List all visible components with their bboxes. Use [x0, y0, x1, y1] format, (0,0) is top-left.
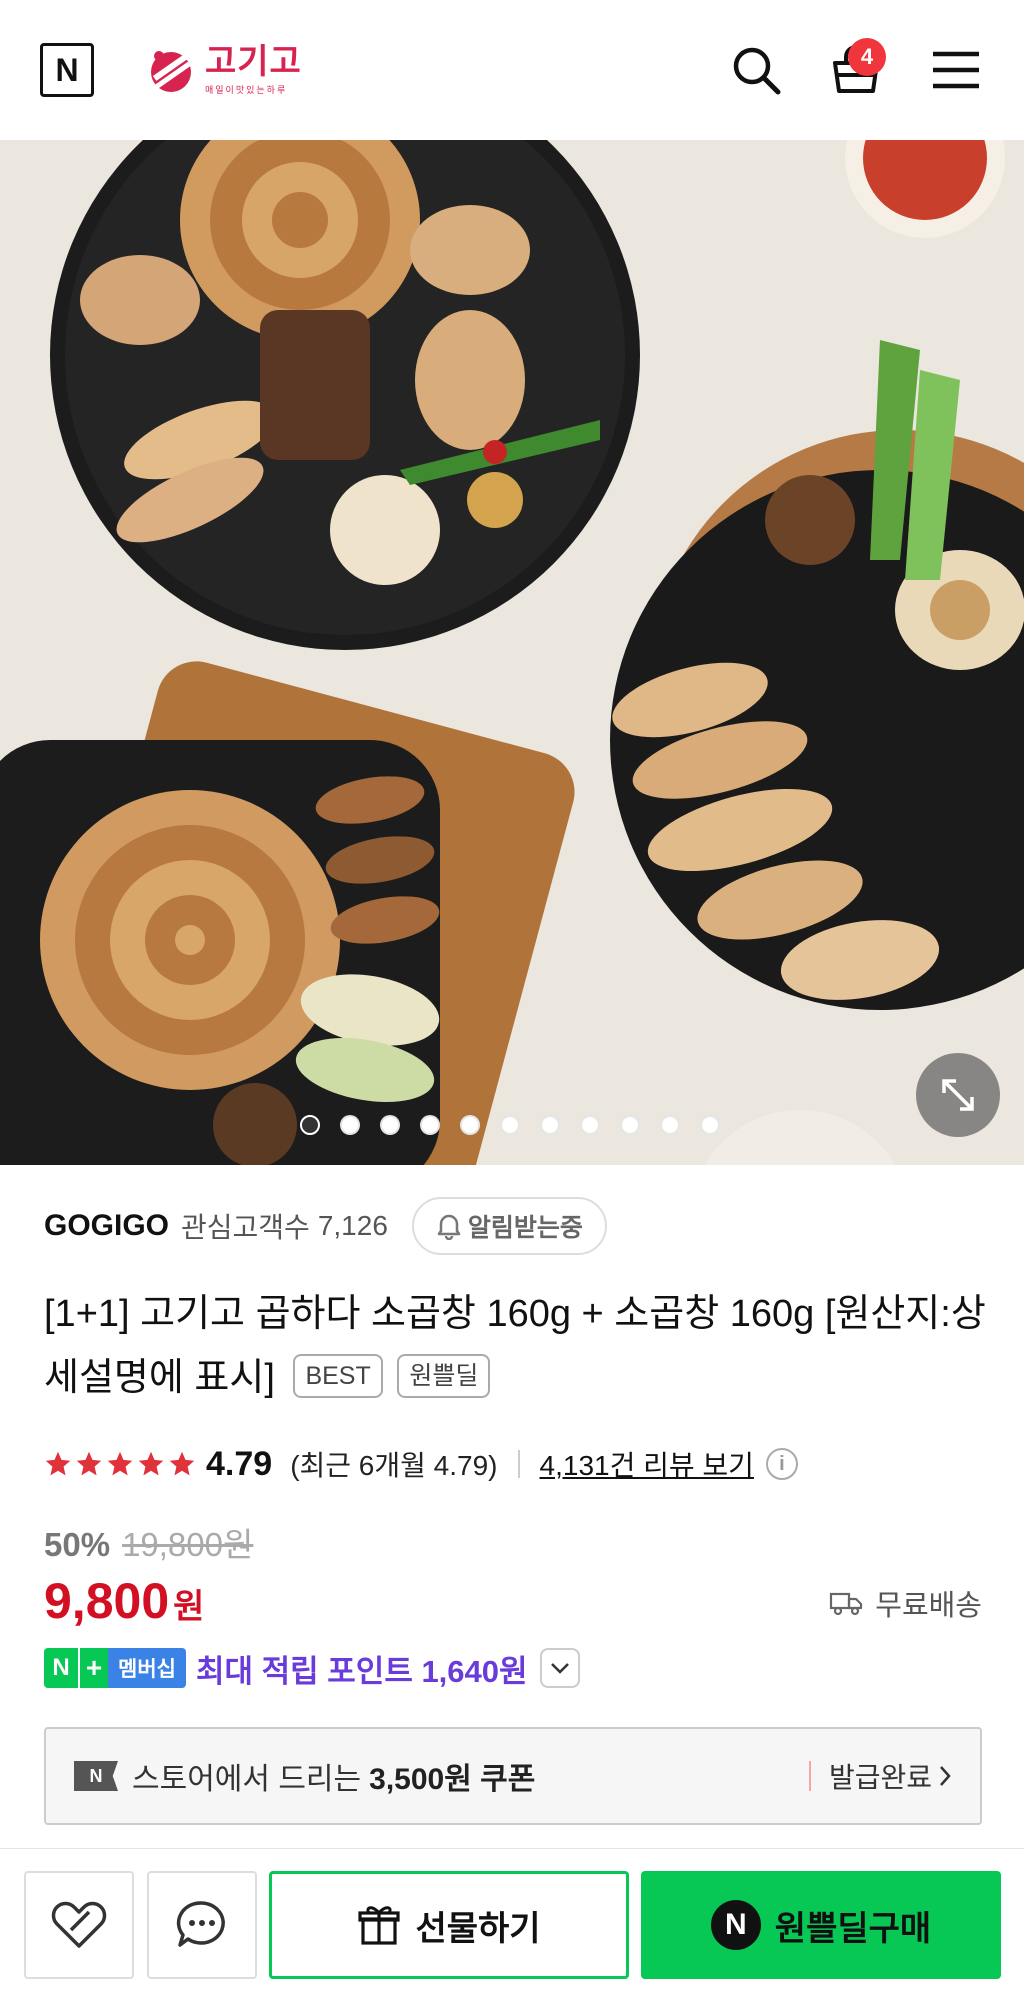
gallery-dot[interactable]: [700, 1115, 720, 1135]
points-expand-button[interactable]: [539, 1648, 580, 1688]
menu-button[interactable]: [926, 40, 986, 100]
price-row: 9,800 원: [44, 1572, 204, 1630]
chat-bubble-icon: [176, 1901, 225, 1947]
star-icon: [107, 1451, 133, 1476]
product-title-text: [1+1] 고기고 곱하다 소곱창 160g + 소곱창 160g [원산지:상…: [44, 1293, 986, 1399]
original-price: 19,800원: [122, 1526, 254, 1563]
coupon-status-label: 발급완료: [828, 1762, 932, 1793]
product-photo: [0, 140, 1024, 1165]
sale-price: 9,800: [44, 1573, 170, 1629]
gallery-dot[interactable]: [580, 1115, 600, 1135]
membership-points: N + 멤버십 최대 적립 포인트 1,640원: [44, 1646, 580, 1690]
seller-name[interactable]: GOGIGO: [44, 1209, 169, 1243]
heart-icon: [51, 1901, 107, 1948]
gallery-dot[interactable]: [620, 1115, 640, 1135]
gallery-dot[interactable]: [420, 1115, 440, 1135]
store-coupon-banner[interactable]: N 스토어에서 드리는 3,500원 쿠폰 발급완료: [44, 1727, 982, 1825]
gift-button[interactable]: 선물하기: [269, 1871, 629, 1979]
cart-count-badge: 4: [848, 38, 886, 76]
review-link[interactable]: 4,131건 리뷰 보기: [540, 1444, 754, 1484]
info-icon[interactable]: i: [765, 1448, 798, 1480]
coupon-amount: 3,500원 쿠폰: [369, 1763, 536, 1796]
star-icon: [45, 1451, 71, 1476]
search-button[interactable]: [726, 40, 786, 100]
shipping-info: 무료배송: [829, 1582, 982, 1624]
star-icon: [138, 1451, 164, 1476]
wishlist-button[interactable]: [24, 1871, 134, 1979]
divider: [808, 1761, 811, 1791]
gallery-dot[interactable]: [300, 1115, 320, 1135]
top-header: N 고기고 매일이맛있는하루 4: [0, 0, 1024, 140]
brand-name: 고기고: [205, 42, 302, 81]
expand-icon: [942, 1079, 974, 1111]
gallery-dot[interactable]: [660, 1115, 680, 1135]
discount-row: 50% 19,800원: [44, 1518, 253, 1566]
bottom-action-bar: 선물하기 N 원쁠딜구매: [0, 1848, 1024, 2005]
bell-icon: [437, 1214, 461, 1240]
gift-label: 선물하기: [415, 1909, 541, 1948]
product-title: [1+1] 고기고 곱하다 소곱창 160g + 소곱창 160g [원산지:상…: [44, 1282, 988, 1410]
divider: [517, 1450, 520, 1478]
chevron-right-icon: [940, 1766, 951, 1786]
brand-logo-icon: [151, 51, 191, 92]
search-icon: [733, 47, 781, 95]
cart-button[interactable]: 4: [826, 38, 886, 100]
membership-label: 멤버십: [108, 1648, 186, 1688]
gallery-dot[interactable]: [460, 1115, 480, 1135]
truck-icon: [830, 1592, 863, 1616]
rating-value: 4.79: [206, 1444, 273, 1483]
rating-recent: (최근 6개월 4.79): [290, 1450, 498, 1481]
fans-count: 7,126: [317, 1210, 388, 1241]
rating-row: 4.79 (최근 6개월 4.79) 4,131건 리뷰 보기 i: [44, 1440, 798, 1488]
gallery-dot[interactable]: [380, 1115, 400, 1135]
store-logo[interactable]: 고기고 매일이맛있는하루: [145, 42, 302, 98]
menu-icon: [933, 51, 979, 89]
npay-n-icon: N: [44, 1648, 78, 1688]
naver-pay-n-icon: N: [710, 1900, 761, 1950]
talk-talk-button[interactable]: [147, 1871, 257, 1979]
gift-icon: [358, 1906, 401, 1945]
buy-label: 원쁠딜구매: [774, 1909, 932, 1948]
best-tag: BEST: [293, 1353, 383, 1398]
gallery-dot[interactable]: [540, 1115, 560, 1135]
chevron-down-icon: [550, 1663, 569, 1674]
alarm-label: 알림받는중: [467, 1214, 583, 1242]
product-image-gallery[interactable]: [0, 140, 1024, 1165]
shipping-label: 무료배송: [875, 1590, 982, 1622]
discount-rate: 50%: [44, 1526, 111, 1563]
oneplus-deal-tag: 원쁠딜: [397, 1353, 491, 1398]
naver-n-icon: N: [55, 51, 79, 88]
star-icon: [76, 1451, 102, 1476]
star-icon: [169, 1451, 195, 1476]
expand-image-button[interactable]: [916, 1053, 1000, 1137]
npay-membership-badge: N + 멤버십: [44, 1648, 186, 1688]
alarm-subscribe-button[interactable]: 알림받는중: [411, 1197, 607, 1255]
fans-label: 관심고객수: [181, 1212, 310, 1243]
gallery-dot[interactable]: [500, 1115, 520, 1135]
gallery-dot[interactable]: [340, 1115, 360, 1135]
max-points-text: 최대 적립 포인트 1,640원: [195, 1653, 528, 1689]
star-rating: [44, 1450, 196, 1478]
naver-home-button[interactable]: N: [40, 43, 94, 97]
coupon-text: 스토어에서 드리는: [132, 1763, 362, 1796]
buy-button[interactable]: N 원쁠딜구매: [641, 1871, 1001, 1979]
naver-coupon-icon: N: [74, 1761, 118, 1791]
seller-info: GOGIGO 관심고객수 7,126 알림받는중: [44, 1196, 607, 1256]
gallery-pagination: [300, 1115, 720, 1135]
coupon-status[interactable]: 발급완료: [829, 1756, 952, 1796]
currency-label: 원: [173, 1588, 205, 1626]
npay-plus-icon: +: [78, 1648, 108, 1688]
brand-slogan: 매일이맛있는하루: [205, 84, 288, 95]
